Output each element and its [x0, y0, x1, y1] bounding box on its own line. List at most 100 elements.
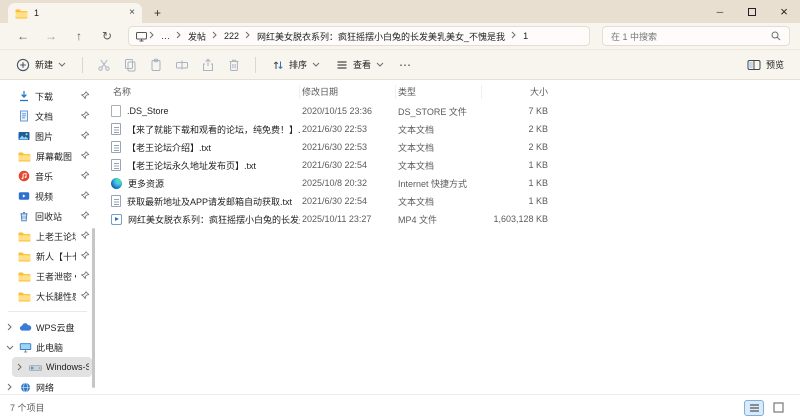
file-date: 2025/10/11 23:27	[302, 214, 372, 224]
file-name: 网红美女脱衣系列：疯狂摇摆小白兔的长发美乳...	[128, 214, 300, 225]
explorer-tab[interactable]: 1 ×	[8, 3, 142, 23]
videos-icon	[18, 190, 30, 202]
new-tab-button[interactable]: +	[154, 6, 161, 20]
sidebar-item-windows-ssd[interactable]: Windows-SSD	[12, 357, 92, 377]
sidebar-item-folder-laowang[interactable]: 上老王论坛当	[5, 226, 92, 246]
chevron-right-icon	[511, 31, 517, 42]
sidebar-item-recycle-bin[interactable]: 回收站	[5, 206, 92, 226]
view-button[interactable]: 查看	[330, 54, 390, 75]
network-icon	[19, 382, 32, 393]
forward-button[interactable]: →	[38, 30, 64, 42]
column-header-type[interactable]: 类型	[396, 85, 482, 99]
chevron-right-icon	[149, 31, 155, 42]
file-size: 1 KB	[528, 160, 548, 170]
chevron-right-icon[interactable]	[5, 383, 15, 391]
file-date: 2021/6/30 22:53	[302, 142, 368, 152]
breadcrumb-item[interactable]: 发帖	[183, 30, 211, 43]
chevron-right-icon[interactable]	[15, 363, 25, 371]
close-button[interactable]: ×	[768, 0, 800, 23]
column-header-size[interactable]: 大小	[482, 85, 554, 99]
rename-button[interactable]	[171, 58, 193, 72]
computer-icon	[19, 342, 32, 353]
sidebar-item-pictures[interactable]: 图片	[5, 126, 92, 146]
tab-close-icon[interactable]: ×	[129, 8, 135, 18]
folder-icon	[18, 231, 31, 242]
pin-icon	[81, 110, 90, 122]
sidebar-item-folder-xinren[interactable]: 新人【十七岁	[5, 246, 92, 266]
breadcrumb-item[interactable]: 222	[219, 31, 244, 41]
file-row[interactable]: 【来了就能下载和观看的论坛，纯免费！】.txt 2021/6/30 22:53 …	[95, 120, 800, 138]
more-button[interactable]: ⋯	[394, 58, 416, 72]
new-button[interactable]: 新建	[10, 54, 72, 76]
breadcrumb-item-current[interactable]: 1	[518, 31, 533, 41]
sidebar-item-folder-dachangtui[interactable]: 大长腿性感辣	[5, 286, 92, 306]
file-list: 名称 修改日期 类型 大小 .DS_Store 2020/10/15 23:36…	[95, 80, 800, 394]
restore-button[interactable]	[736, 0, 768, 23]
file-size: 7 KB	[528, 106, 548, 116]
column-header-date[interactable]: 修改日期	[300, 85, 396, 99]
paste-button[interactable]	[145, 58, 167, 72]
sidebar-item-videos[interactable]: 视频	[5, 186, 92, 206]
details-view-button[interactable]	[744, 399, 764, 416]
sidebar-divider	[8, 311, 87, 312]
file-date: 2021/6/30 22:54	[302, 196, 368, 206]
back-button[interactable]: ←	[10, 30, 36, 42]
sidebar-item-label: 新人【十七岁	[36, 251, 76, 262]
cloud-icon	[19, 322, 32, 332]
sidebar-item-screenshots[interactable]: 屏幕截图	[5, 146, 92, 166]
sort-label: 排序	[289, 60, 308, 70]
up-button[interactable]: ↑	[66, 30, 92, 42]
breadcrumb-ellipsis[interactable]: …	[156, 31, 175, 41]
sidebar-item-label: Windows-SSD	[46, 362, 89, 372]
pin-icon	[81, 210, 90, 222]
text-file-icon	[111, 141, 121, 153]
pin-icon	[81, 90, 90, 102]
file-name: 【来了就能下载和观看的论坛，纯免费！】.txt	[127, 124, 300, 135]
chevron-down-icon[interactable]	[5, 344, 15, 351]
minimize-button[interactable]: ─	[704, 0, 736, 23]
delete-button[interactable]	[223, 58, 245, 72]
file-name: .DS_Store	[127, 106, 169, 116]
sidebar-item-wps-cloud[interactable]: WPS云盘	[2, 317, 92, 337]
share-button[interactable]	[197, 57, 219, 72]
file-row[interactable]: 网红美女脱衣系列：疯狂摇摆小白兔的长发美乳... 2025/10/11 23:2…	[95, 210, 800, 228]
large-icons-view-button[interactable]	[768, 400, 788, 416]
file-row[interactable]: 获取最新地址及APP请发邮箱自动获取.txt 2021/6/30 22:54 文…	[95, 192, 800, 210]
sidebar-item-downloads[interactable]: 下载	[5, 86, 92, 106]
recycle-bin-icon	[18, 210, 30, 222]
breadcrumb-item[interactable]: 网红美女脱衣系列：疯狂摇摆小白兔的长发美乳美女_不愧是我	[252, 30, 510, 43]
sidebar-item-label: 屏幕截图	[36, 151, 73, 162]
sidebar-item-label: 回收站	[35, 211, 63, 222]
preview-button[interactable]: 预览	[741, 54, 790, 75]
sidebar-item-documents[interactable]: 文档	[5, 106, 92, 126]
file-row[interactable]: 更多资源 2025/10/8 20:32 Internet 快捷方式 1 KB	[95, 174, 800, 192]
sidebar-item-this-pc[interactable]: 此电脑	[2, 337, 92, 357]
pin-icon	[81, 130, 90, 142]
sidebar-item-label: 此电脑	[36, 342, 64, 353]
file-type: 文本文档	[398, 160, 435, 171]
breadcrumb[interactable]: … 发帖 222 网红美女脱衣系列：疯狂摇摆小白兔的长发美乳美女_不愧是我 1	[128, 26, 590, 46]
sidebar-item-folder-wangzhe[interactable]: 王者泄密 ♥2	[5, 266, 92, 286]
column-header-name[interactable]: 名称	[95, 85, 300, 99]
folder-icon	[18, 271, 31, 282]
refresh-button[interactable]: ↻	[94, 30, 120, 42]
search-box[interactable]: 在 1 中搜索	[602, 26, 790, 46]
cut-button[interactable]	[93, 58, 115, 72]
sort-button[interactable]: 排序	[266, 54, 326, 75]
tab-title: 1	[34, 8, 40, 18]
file-row[interactable]: 【老王论坛永久地址发布页】.txt 2021/6/30 22:54 文本文档 1…	[95, 156, 800, 174]
sidebar-item-network[interactable]: 网络	[2, 377, 92, 394]
copy-button[interactable]	[119, 58, 141, 72]
internet-shortcut-icon	[111, 177, 122, 189]
file-row[interactable]: 【老王论坛介绍】.txt 2021/6/30 22:53 文本文档 2 KB	[95, 138, 800, 156]
file-date: 2025/10/8 20:32	[302, 178, 368, 188]
sidebar-scrollbar[interactable]	[92, 228, 95, 388]
document-icon	[18, 110, 30, 122]
file-date: 2021/6/30 22:54	[302, 160, 368, 170]
sidebar-item-music[interactable]: 音乐	[5, 166, 92, 186]
chevron-right-icon[interactable]	[5, 323, 15, 331]
pin-icon	[81, 170, 90, 182]
window-controls: ─ ×	[704, 0, 800, 23]
folder-icon	[18, 251, 31, 262]
file-row[interactable]: .DS_Store 2020/10/15 23:36 DS_STORE 文件 7…	[95, 102, 800, 120]
